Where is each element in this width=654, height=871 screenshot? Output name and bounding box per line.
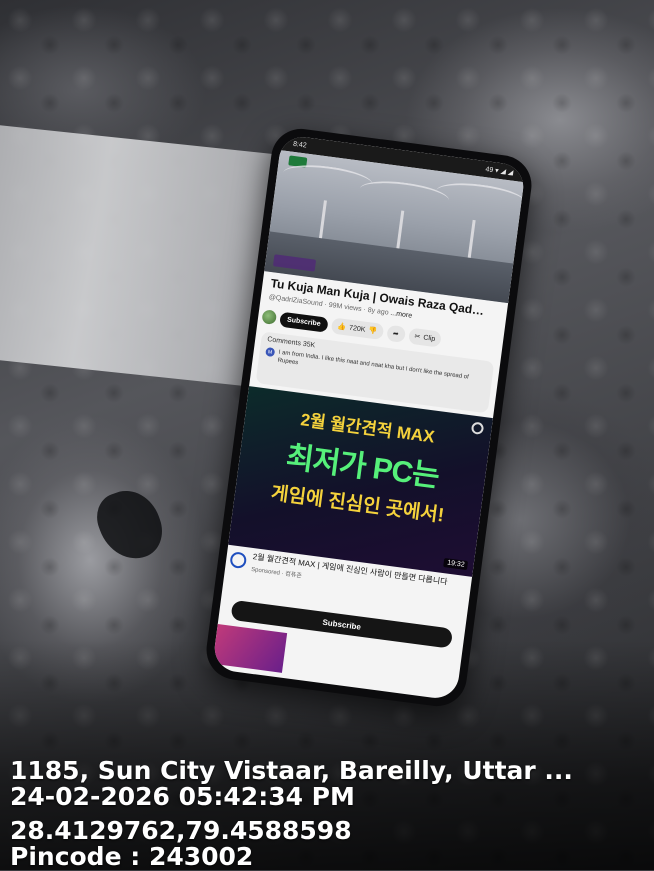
status-time: 8:42 bbox=[292, 140, 308, 149]
geotag-address: 1185, Sun City Vistaar, Bareilly, Uttar … bbox=[10, 756, 573, 785]
tape-strip bbox=[0, 125, 280, 390]
power-logo-icon bbox=[229, 551, 248, 570]
ad-duration: 19:32 bbox=[443, 558, 469, 571]
share-icon: ➦ bbox=[392, 330, 400, 339]
like-count: 720K bbox=[348, 324, 366, 334]
status-icons: 49 ▾ ◢ ◢ bbox=[484, 166, 514, 177]
geotag-datetime: 24-02-2026 05:42:34 PM bbox=[10, 782, 355, 811]
share-button[interactable]: ➦ bbox=[385, 324, 406, 343]
canopy-shape bbox=[434, 178, 525, 215]
channel-avatar[interactable] bbox=[261, 309, 278, 325]
geotag-pincode: Pincode : 243002 bbox=[10, 842, 254, 871]
commenter-avatar: M bbox=[265, 346, 276, 358]
like-button[interactable]: 👍 720K 👎 bbox=[330, 317, 384, 341]
geotag-coordinates: 28.4129762,79.4588598 bbox=[10, 816, 352, 845]
ad-banner[interactable]: 2월 월간견적 MAX 최저가 PC는 게임에 진심인 곳에서! 19:32 bbox=[228, 386, 493, 577]
subscribe-button[interactable]: Subscribe bbox=[279, 311, 329, 333]
next-video-thumbnail[interactable] bbox=[212, 624, 288, 673]
thumbs-up-icon: 👍 bbox=[336, 323, 347, 332]
geotag-overlay: 1185, Sun City Vistaar, Bareilly, Uttar … bbox=[0, 748, 654, 871]
scissors-icon: ✂ bbox=[414, 333, 421, 341]
clip-label: Clip bbox=[422, 333, 436, 343]
clip-button[interactable]: ✂ Clip bbox=[407, 327, 443, 348]
thumbs-down-icon: 👎 bbox=[367, 327, 378, 336]
more-link[interactable]: ...more bbox=[390, 310, 413, 320]
